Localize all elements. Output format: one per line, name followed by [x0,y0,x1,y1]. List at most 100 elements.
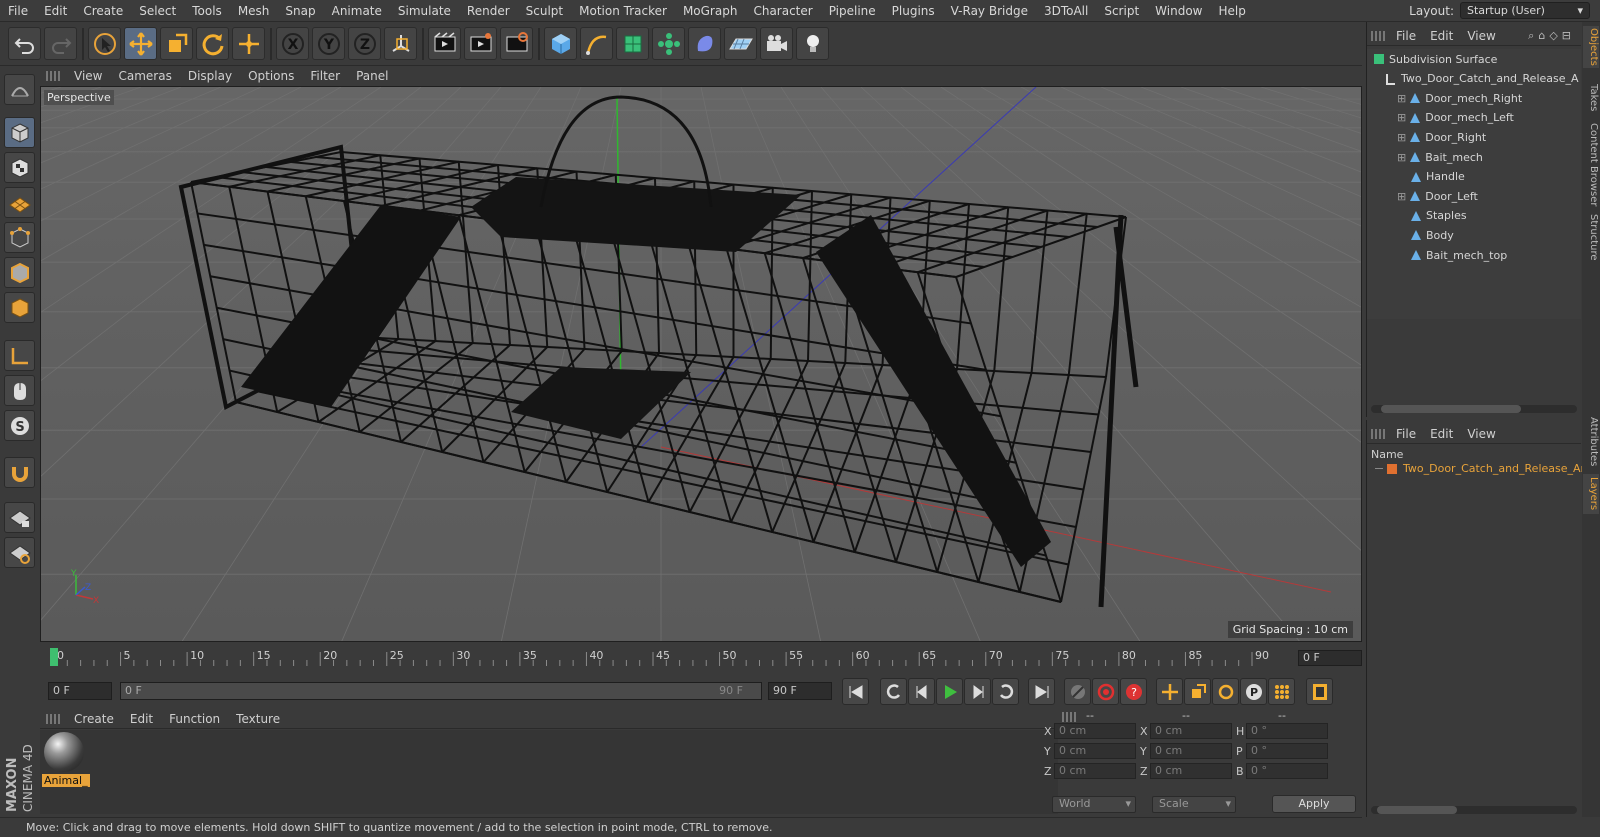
end-frame-field[interactable]: 90 F [768,682,832,700]
object-row[interactable]: ⊞ Door_Left [1367,186,1581,206]
expand-icon[interactable]: ⊞ [1397,92,1406,105]
expand-icon[interactable]: ⊞ [1397,111,1406,124]
layout-dropdown[interactable]: Startup (User) ▾ [1460,2,1590,19]
coordinate-mode-select[interactable]: World ▾ [1052,796,1136,813]
menu-animate[interactable]: Animate [324,4,390,18]
coord-field[interactable]: 0 cm [1150,743,1232,759]
menu-pipeline[interactable]: Pipeline [821,4,884,18]
object-scrollbar[interactable] [1371,405,1577,413]
deformer-icon[interactable] [688,27,721,60]
coord-field[interactable]: 0 cm [1054,763,1136,779]
expand-icon[interactable]: ⊞ [1397,151,1406,164]
timeline[interactable]: 0 5 10 15 20 25 30 35 40 45 50 55 60 65 70 75 80 85 90 0 F [40,646,1362,670]
menu-select[interactable]: Select [131,4,184,18]
move-tool-icon[interactable] [124,27,157,60]
menu-simulate[interactable]: Simulate [390,4,459,18]
keyframe-selection-button[interactable]: ? [1120,678,1147,705]
render-to-picture-viewer-icon[interactable] [464,27,497,60]
model-mode-icon[interactable] [4,117,35,148]
spline-pen-icon[interactable] [580,27,613,60]
menu-file[interactable]: File [0,4,36,18]
scale-tool-icon[interactable] [160,27,193,60]
material-name[interactable]: Animal_ [42,774,90,787]
subdivision-surface-icon[interactable] [616,27,649,60]
point-level-animation-button[interactable] [1268,678,1295,705]
current-frame-field[interactable]: 0 F [1298,650,1362,666]
viewport-menu-view[interactable]: View [66,69,110,83]
live-selection-icon[interactable] [232,27,265,60]
menu-render[interactable]: Render [459,4,518,18]
tab-layers[interactable]: Layers [1583,474,1599,514]
coord-field[interactable]: 0 cm [1054,723,1136,739]
scene-canvas[interactable]: Y Z X [41,87,1362,642]
render-view-icon[interactable] [428,27,461,60]
tab-attributes[interactable]: Attributes [1583,414,1599,470]
play-button[interactable] [936,678,963,705]
next-frame-button[interactable] [964,678,991,705]
apply-button[interactable]: Apply [1272,795,1356,813]
object-row[interactable]: Subdivision Surface [1367,49,1581,69]
coordinate-system-icon[interactable] [384,27,417,60]
layer-row[interactable]: Two_Door_Catch_and_Release_Ar [1375,462,1585,475]
planar-workplane-icon[interactable] [4,537,35,568]
menu-help[interactable]: Help [1210,4,1253,18]
menu-mesh[interactable]: Mesh [230,4,278,18]
menu-motion-tracker[interactable]: Motion Tracker [571,4,675,18]
object-row[interactable]: Staples [1367,206,1581,226]
perspective-viewport[interactable]: Y Z X Perspective Grid Spacing : 10 cm [40,86,1362,642]
object-row[interactable]: Bait_mech_top [1367,245,1581,265]
cloner-icon[interactable] [652,27,685,60]
magnet-icon[interactable] [4,457,35,488]
frame-range-slider[interactable]: 0 F 90 F [120,682,762,700]
object-row[interactable]: ⊞ Door_mech_Left [1367,108,1581,128]
camera-label[interactable]: Perspective [44,90,114,105]
menu-window[interactable]: Window [1147,4,1210,18]
object-row[interactable]: ⊞ Door_Right [1367,127,1581,147]
next-key-button[interactable] [992,678,1019,705]
object-menu-edit[interactable]: Edit [1423,29,1460,43]
timeline-ruler[interactable]: 0 5 10 15 20 25 30 35 40 45 50 55 60 65 70 75 80 85 90 [40,646,1290,670]
material-menu-create[interactable]: Create [66,712,122,726]
x-axis-lock-icon[interactable]: X [276,27,309,60]
coord-field[interactable]: 0 cm [1150,723,1232,739]
object-row[interactable]: ⊞ Bait_mech [1367,147,1581,167]
menu-sculpt[interactable]: Sculpt [518,4,571,18]
axis-mode-icon[interactable] [4,340,35,371]
viewport-menu-cameras[interactable]: Cameras [110,69,179,83]
coord-field[interactable]: 0 ° [1246,763,1328,779]
viewport-menu-panel[interactable]: Panel [348,69,396,83]
menu-plugins[interactable]: Plugins [884,4,943,18]
tab-structure[interactable]: Structure [1583,212,1599,262]
object-tree[interactable]: Subdivision Surface Two_Door_Catch_and_Re… [1367,49,1581,319]
parameter-track-button[interactable]: P [1240,678,1267,705]
coord-field[interactable]: 0 ° [1246,743,1328,759]
undo-button[interactable] [8,27,41,60]
menu-mograph[interactable]: MoGraph [675,4,746,18]
object-row[interactable]: Handle [1367,167,1581,187]
camera-icon[interactable] [760,27,793,60]
position-track-button[interactable] [1156,678,1183,705]
polygons-mode-icon[interactable] [4,292,35,323]
object-row[interactable]: Two_Door_Catch_and_Release_A [1367,69,1581,89]
menu-3dtoall[interactable]: 3DToAll [1036,4,1096,18]
selection-tool-icon[interactable] [88,27,121,60]
floor-icon[interactable] [724,27,757,60]
tweak-mode-icon[interactable] [4,375,35,406]
material-menu-edit[interactable]: Edit [122,712,161,726]
rotate-tool-icon[interactable] [196,27,229,60]
menu-character[interactable]: Character [745,4,820,18]
cube-primitive-icon[interactable] [544,27,577,60]
record-keys-button[interactable] [1064,678,1091,705]
layer-scrollbar[interactable] [1371,806,1577,814]
playhead[interactable] [50,648,58,666]
scale-track-button[interactable] [1184,678,1211,705]
timeline-window-button[interactable] [1306,678,1333,705]
z-axis-lock-icon[interactable]: Z [348,27,381,60]
expand-icon[interactable]: ⊞ [1397,131,1406,144]
menu-snap[interactable]: Snap [277,4,323,18]
redo-button[interactable] [44,27,77,60]
object-menu-file[interactable]: File [1389,29,1423,43]
snapping-icon[interactable]: S [4,410,35,441]
previous-frame-button[interactable] [908,678,935,705]
viewport-menu-options[interactable]: Options [240,69,302,83]
